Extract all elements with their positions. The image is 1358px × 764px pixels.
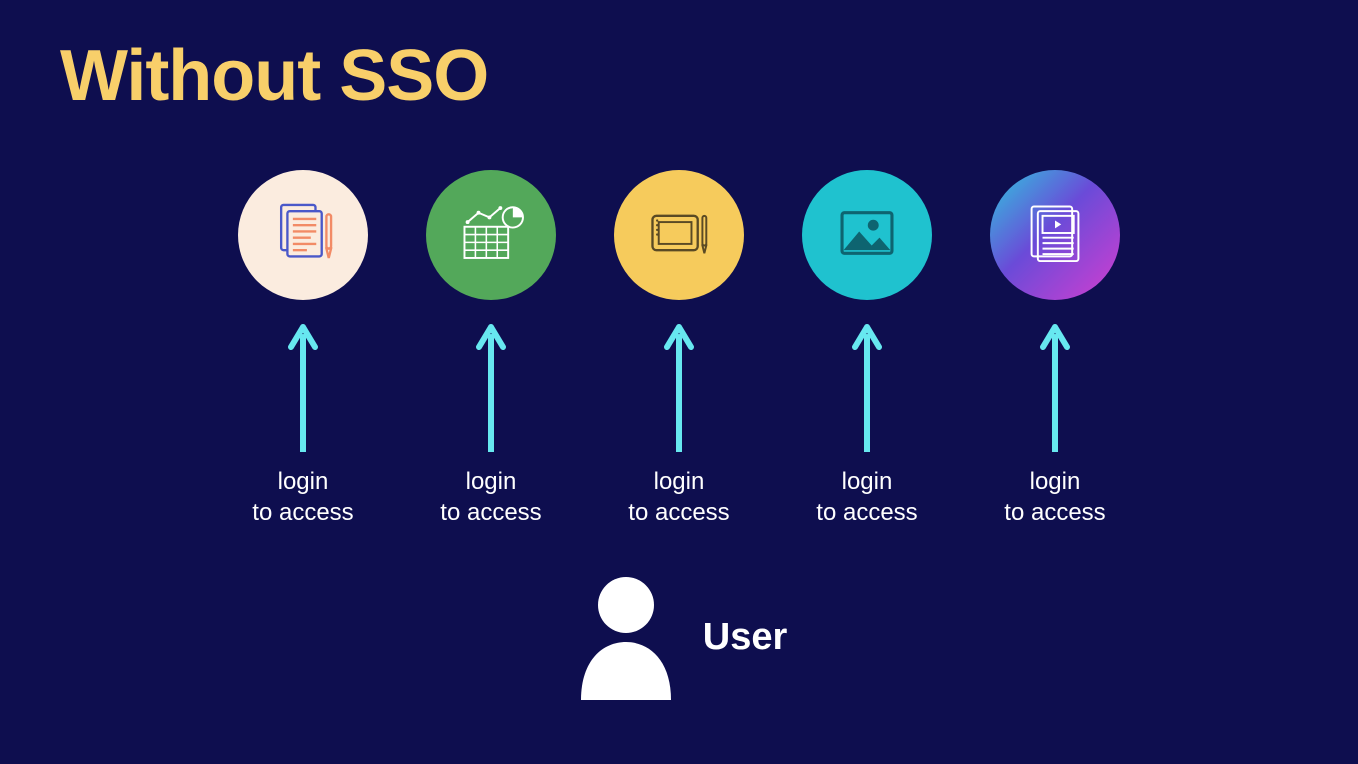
app-caption: login to access <box>816 466 917 528</box>
app-caption: login to access <box>440 466 541 528</box>
apps-row: login to access <box>0 170 1358 528</box>
image-app: login to access <box>802 170 932 528</box>
media-app: login to access <box>990 170 1120 528</box>
app-caption: login to access <box>628 466 729 528</box>
media-icon <box>1016 194 1094 277</box>
media-app-circle <box>990 170 1120 300</box>
user-icon <box>571 570 681 705</box>
arrow-icon <box>476 322 506 452</box>
arrow-icon <box>664 322 694 452</box>
app-caption: login to access <box>1004 466 1105 528</box>
image-icon <box>828 194 906 277</box>
tablet-app-circle <box>614 170 744 300</box>
image-app-circle <box>802 170 932 300</box>
analytics-app-circle <box>426 170 556 300</box>
tablet-icon <box>640 194 718 277</box>
arrow-icon <box>852 322 882 452</box>
user-label: User <box>703 616 788 659</box>
tablet-app: login to access <box>614 170 744 528</box>
app-caption: login to access <box>252 466 353 528</box>
arrow-icon <box>1040 322 1070 452</box>
user-block: User <box>0 570 1358 705</box>
documents-app-circle <box>238 170 368 300</box>
analytics-app: login to access <box>426 170 556 528</box>
analytics-icon <box>452 194 530 277</box>
arrow-icon <box>288 322 318 452</box>
documents-app: login to access <box>238 170 368 528</box>
slide-title: Without SSO <box>60 35 488 117</box>
documents-icon <box>264 194 342 277</box>
